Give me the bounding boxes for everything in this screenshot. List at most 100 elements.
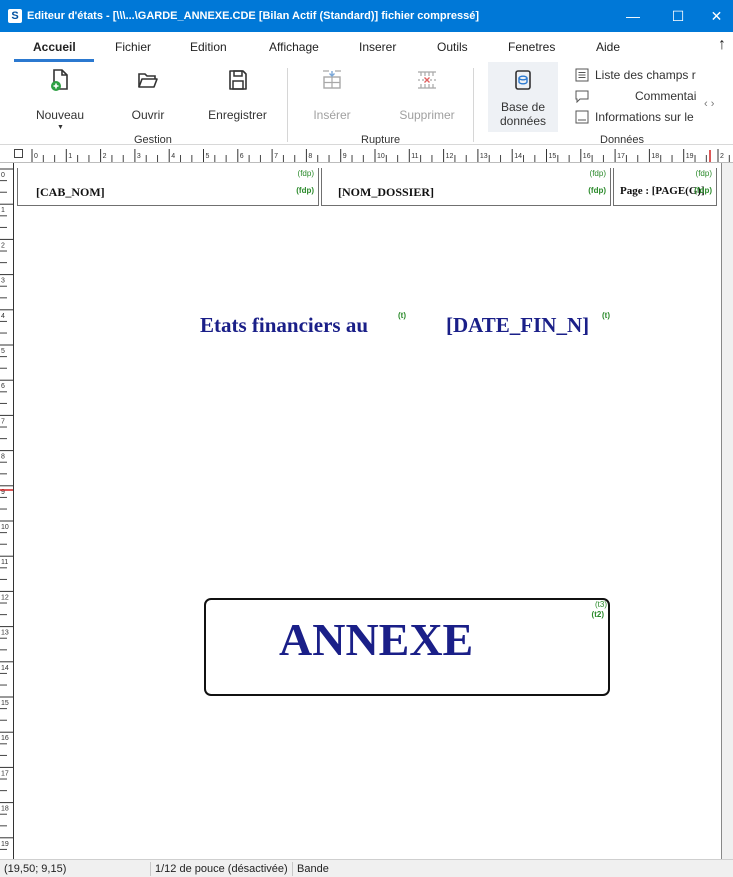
- nom-dossier-text: [NOM_DOSSIER]: [338, 185, 435, 199]
- tab-edition[interactable]: Edition: [190, 40, 227, 54]
- tab-affichage[interactable]: Affichage: [269, 40, 319, 54]
- vertical-ruler[interactable]: 0 1 2 3 4 5 6 7 8 9 10 11 12 13 14 15 16 17 18 19: [0, 163, 14, 859]
- enregistrer-label: Enregistrer: [208, 108, 267, 122]
- group-separator: [287, 68, 288, 142]
- fdp-tag: (fdp): [694, 186, 712, 195]
- supprimer-label: Supprimer: [399, 108, 455, 122]
- fdp-tag: (fdp): [297, 169, 314, 178]
- status-separator: [150, 862, 151, 876]
- ribbon: Nouveau ▼ Ouvrir Enregistrer Gestion Ins…: [0, 62, 733, 146]
- title-bar: S Editeur d'états - [\\\...\GARDE_ANNEXE…: [0, 0, 733, 32]
- nouveau-button[interactable]: Nouveau ▼: [30, 62, 90, 132]
- commentaire-button[interactable]: Commentai: [575, 87, 700, 105]
- ruler-label: 0: [34, 153, 38, 160]
- maximize-button[interactable]: ☐: [658, 0, 698, 32]
- grid-setting: 1/12 de pouce (désactivée): [155, 863, 288, 875]
- ruler-label: 6: [1, 383, 5, 390]
- date-fin-n-field[interactable]: [DATE_FIN_N]: [446, 313, 589, 338]
- ruler-label: 2: [1, 242, 5, 249]
- ruler-label: 16: [583, 153, 591, 160]
- ruler-label: 19: [1, 841, 9, 848]
- t-tag: (t): [602, 311, 610, 320]
- horizontal-ruler[interactable]: 0 1 2 3 4 5 6 7 8 9 10 11 12 13 14 15 16 17 18 19 2: [0, 145, 733, 163]
- ruler-label: 13: [480, 153, 488, 160]
- ruler-label: 0: [1, 172, 5, 179]
- comment-icon: [575, 90, 589, 103]
- ruler-label: 8: [308, 153, 312, 160]
- minimize-button[interactable]: —: [613, 0, 653, 32]
- ruler-label: 6: [240, 153, 244, 160]
- ruler-label: 16: [1, 735, 9, 742]
- ruler-label: 4: [171, 153, 175, 160]
- vertical-scrollbar[interactable]: [722, 163, 733, 859]
- tab-fichier[interactable]: Fichier: [115, 40, 151, 54]
- info-panel-icon: [575, 110, 589, 124]
- report-canvas[interactable]: [CAB_NOM] (fdp) (fdp) [NOM_DOSSIER] (fdp…: [15, 163, 722, 859]
- new-document-icon: [51, 69, 68, 91]
- ruler-label: 7: [1, 418, 5, 425]
- ruler-label: 7: [274, 153, 278, 160]
- base-label-line1: Base de: [500, 100, 546, 114]
- ruler-label: 2: [720, 153, 724, 160]
- save-disk-icon: [228, 70, 247, 90]
- tab-inserer[interactable]: Inserer: [359, 40, 396, 54]
- ribbon-scroll-arrows-icon[interactable]: ‹ ›: [704, 98, 714, 110]
- page-number-field[interactable]: Page : [PAGE(G)] (fdp) (fdp): [613, 168, 717, 206]
- tab-fenetres[interactable]: Fenetres: [508, 40, 555, 54]
- fdp-tag: (fdp): [296, 186, 314, 195]
- commentaire-label: Commentai: [635, 89, 697, 103]
- inserer-label: Insérer: [313, 108, 351, 122]
- supprimer-button[interactable]: Supprimer: [392, 62, 462, 132]
- liste-des-champs-label: Liste des champs r: [595, 68, 696, 82]
- horizontal-ruler-ticks: 0 1 2 3 4 5 6 7 8 9 10 11 12 13 14 15 16 17 18 19 2: [31, 149, 730, 162]
- nom-dossier-field[interactable]: [NOM_DOSSIER] (fdp) (fdp): [321, 168, 611, 206]
- annexe-title: ANNEXE: [279, 614, 474, 665]
- ruler-label: 14: [514, 153, 522, 160]
- tab-outils[interactable]: Outils: [437, 40, 468, 54]
- ruler-label: 9: [343, 153, 347, 160]
- informations-button[interactable]: Informations sur le: [575, 108, 700, 126]
- ribbon-tabs: Accueil Fichier Edition Affichage Insere…: [0, 32, 733, 62]
- informations-label: Informations sur le: [595, 110, 694, 124]
- ruler-label: 1: [1, 207, 5, 214]
- app-logo-icon: S: [8, 9, 22, 23]
- ruler-label: 12: [446, 153, 454, 160]
- t2-tag: (t2): [591, 610, 604, 619]
- insert-break-icon: [323, 70, 341, 89]
- ruler-label: 11: [411, 153, 418, 160]
- ruler-label: 19: [686, 153, 694, 160]
- annexe-frame[interactable]: ANNEXE (t3) (t2): [204, 598, 610, 696]
- ruler-label: 5: [1, 348, 5, 355]
- inserer-button[interactable]: Insérer: [302, 62, 362, 132]
- ruler-label: 10: [377, 153, 385, 160]
- dropdown-arrow-icon: ▼: [57, 124, 64, 131]
- ruler-label: 4: [1, 313, 5, 320]
- edit-mode: Bande: [297, 863, 329, 875]
- ruler-label: 1: [68, 153, 72, 160]
- collapse-ribbon-icon[interactable]: ↑: [718, 36, 726, 54]
- close-button[interactable]: ✕: [700, 0, 733, 32]
- cab-nom-field[interactable]: [CAB_NOM] (fdp) (fdp): [17, 168, 319, 206]
- t3-tag: (t3): [595, 600, 607, 609]
- ruler-label: 3: [1, 278, 5, 285]
- liste-des-champs-button[interactable]: Liste des champs r: [575, 66, 700, 84]
- status-bar: (19,50; 9,15) 1/12 de pouce (désactivée)…: [0, 859, 733, 877]
- group-separator: [473, 68, 474, 142]
- ruler-label: 2: [103, 153, 107, 160]
- field-list-icon: [575, 68, 589, 82]
- ouvrir-button[interactable]: Ouvrir: [118, 62, 178, 132]
- enregistrer-button[interactable]: Enregistrer: [200, 62, 275, 132]
- tab-aide[interactable]: Aide: [596, 40, 620, 54]
- ruler-label: 14: [1, 665, 9, 672]
- tab-accueil[interactable]: Accueil: [33, 40, 76, 54]
- ruler-label: 17: [617, 153, 625, 160]
- ruler-label: 17: [1, 770, 9, 777]
- base-label-line2: données: [499, 114, 547, 128]
- base-de-donnees-button[interactable]: Base de données: [488, 62, 558, 132]
- ruler-label: 5: [206, 153, 210, 160]
- fdp-tag: (fdp): [588, 186, 606, 195]
- ruler-label: 12: [1, 594, 9, 601]
- vertical-ruler-ticks: 012345678910111213141516171819: [0, 168, 13, 850]
- etats-financiers-title[interactable]: Etats financiers au: [200, 313, 368, 338]
- ruler-label: 18: [651, 153, 659, 160]
